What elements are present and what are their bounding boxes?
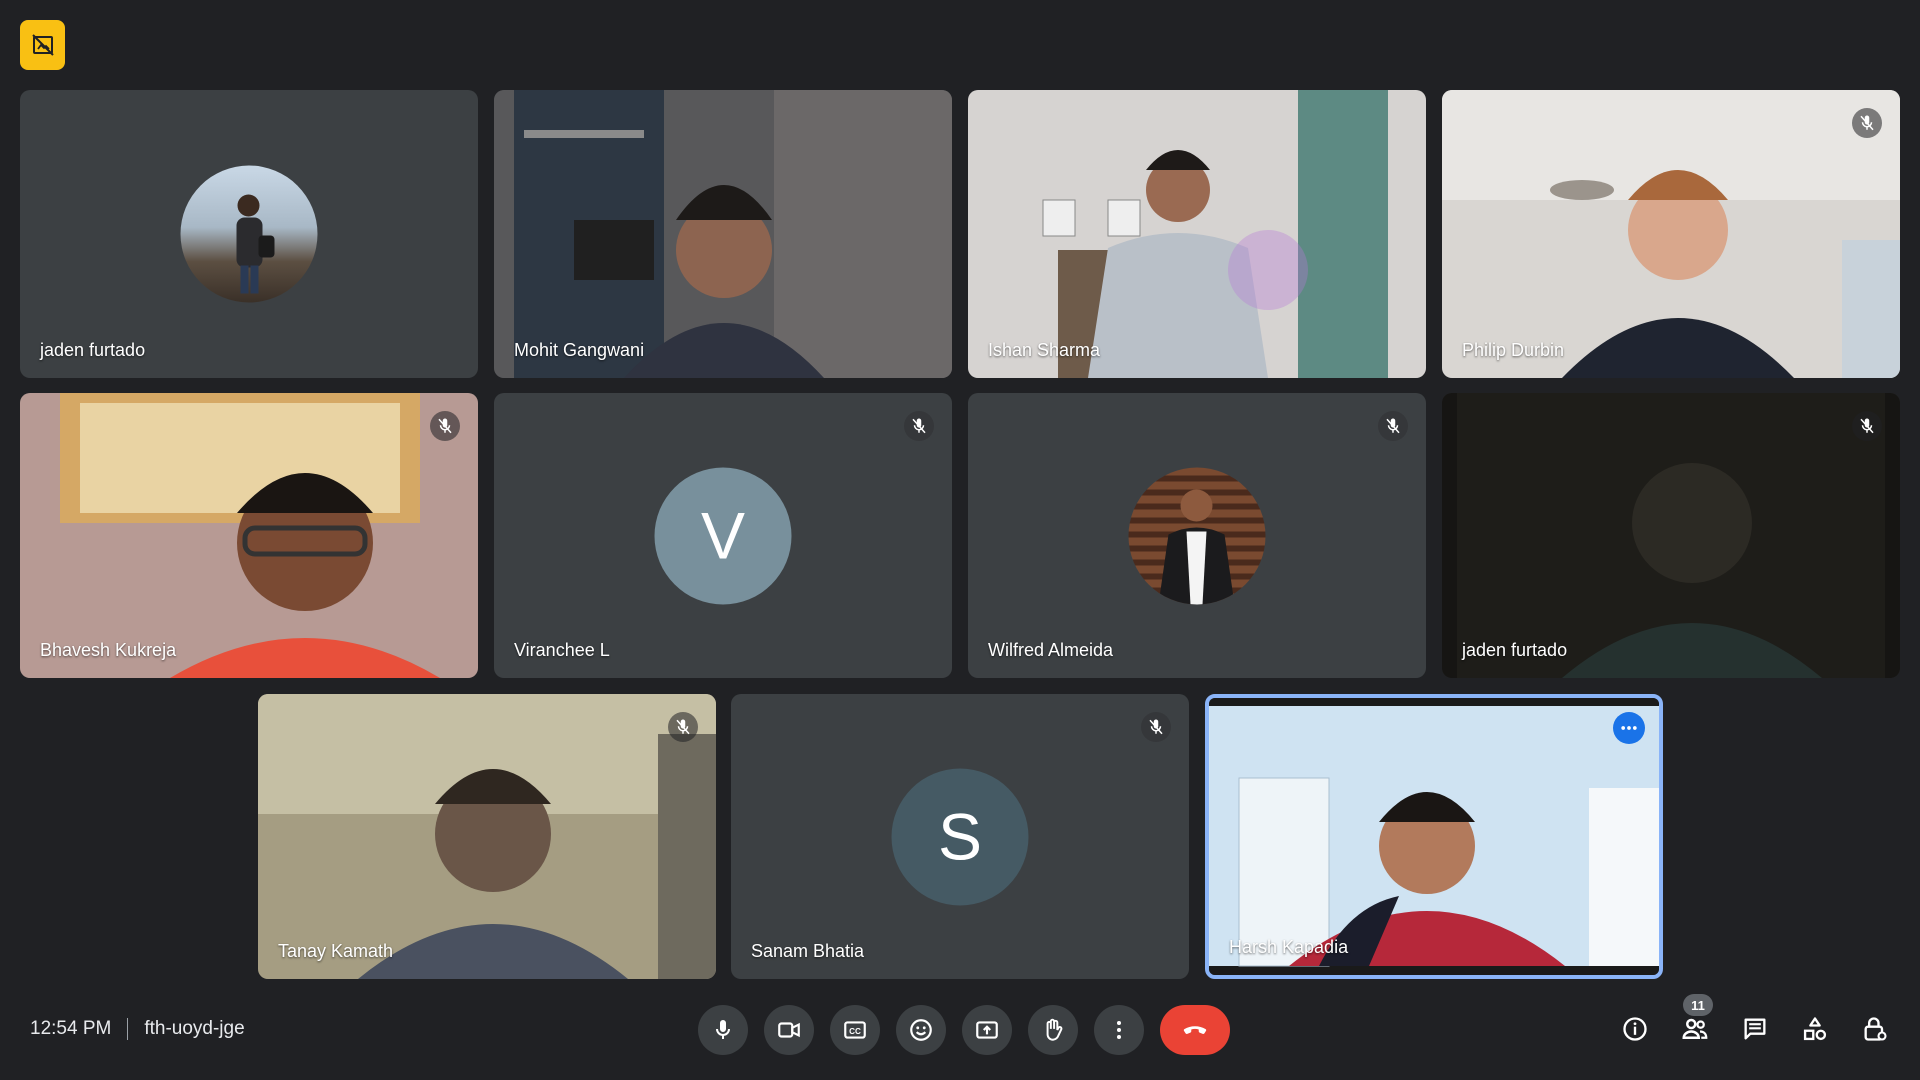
mic-icon [716, 1020, 730, 1039]
reactions-button[interactable] [896, 1005, 946, 1055]
divider [127, 1018, 129, 1040]
chat-icon [1744, 1018, 1766, 1040]
participant-name: Bhavesh Kukreja [40, 640, 177, 660]
muted-mic-icon [1378, 411, 1408, 441]
participant-tile-sanam-bhatia[interactable]: S Sanam Bhatia [731, 694, 1189, 979]
meeting-code: fth-uoyd-jge [144, 1018, 245, 1039]
avatar [180, 165, 318, 303]
participant-tile-ishan-sharma[interactable]: Ishan Sharma [968, 90, 1426, 378]
side-panel-controls: 11 [1610, 994, 1900, 1054]
participant-count-badge: 11 [1683, 994, 1713, 1016]
participant-name: Wilfred Almeida [988, 640, 1114, 660]
no-video-badge-icon [31, 34, 54, 56]
participant-name: Mohit Gangwani [514, 340, 645, 360]
clock-time: 12:54 PM [30, 1018, 112, 1039]
participant-tile-bhavesh-kukreja[interactable]: Bhavesh Kukreja [20, 393, 478, 678]
captions-icon: CC [844, 1021, 866, 1039]
video-feed [1442, 393, 1900, 678]
participant-name: Tanay Kamath [278, 941, 394, 961]
svg-text:CC: CC [849, 1027, 861, 1036]
emoji-icon [910, 1019, 932, 1041]
call-controls: CC [698, 1005, 1230, 1055]
muted-mic-icon [1852, 108, 1882, 138]
participant-tile-harsh-kapadia-self[interactable]: Harsh Kapadia [1205, 694, 1663, 979]
more-vert-icon [1117, 1021, 1121, 1039]
avatar-initial: V [700, 498, 746, 573]
muted-mic-icon [904, 411, 934, 441]
video-feed [1442, 90, 1900, 378]
activities-button[interactable] [1790, 1004, 1840, 1054]
host-controls-icon [1864, 1017, 1887, 1041]
video-feed [20, 393, 478, 678]
person-photo-icon [1158, 489, 1235, 604]
muted-mic-icon [1852, 411, 1882, 441]
meeting-details-button[interactable] [1610, 1004, 1660, 1054]
chat-button[interactable] [1730, 1004, 1780, 1054]
person-photo-icon [236, 194, 275, 294]
people-button[interactable]: 11 [1670, 994, 1720, 1054]
participant-tile-wilfred-almeida[interactable]: Wilfred Almeida [968, 393, 1426, 678]
more-horiz-icon [1621, 726, 1637, 730]
end-call-icon [1183, 1026, 1207, 1034]
participant-name: jaden furtado [40, 340, 146, 360]
activities-icon [1803, 1017, 1827, 1041]
raise-hand-icon [1046, 1018, 1063, 1041]
video-feed [494, 90, 952, 378]
participant-tile-mohit-gangwani[interactable]: Mohit Gangwani [494, 90, 952, 378]
raise-hand-button[interactable] [1028, 1005, 1078, 1055]
participant-name: Ishan Sharma [988, 340, 1101, 360]
tile-more-options-button[interactable] [1613, 712, 1645, 744]
video-feed [968, 90, 1426, 378]
participant-tile-jaden-furtado-2[interactable]: jaden furtado [1442, 393, 1900, 678]
video-feed [1209, 698, 1659, 975]
muted-mic-icon [430, 411, 460, 441]
captions-button[interactable]: CC [830, 1005, 880, 1055]
participant-name: Sanam Bhatia [751, 941, 865, 961]
avatar-initial: S [937, 799, 983, 874]
participant-tile-philip-durbin[interactable]: Philip Durbin [1442, 90, 1900, 378]
muted-mic-icon [1141, 712, 1171, 742]
avatar: V [654, 467, 792, 604]
more-options-button[interactable] [1094, 1005, 1144, 1055]
info-icon [1623, 1017, 1647, 1041]
end-call-button[interactable] [1160, 1005, 1230, 1055]
camera-icon [778, 1022, 800, 1038]
no-video-badge[interactable] [20, 20, 65, 70]
meeting-info: 12:54 PM fth-uoyd-jge [30, 1018, 245, 1040]
host-controls-button[interactable] [1850, 1004, 1900, 1054]
people-icon [1682, 1018, 1708, 1039]
present-button[interactable] [962, 1005, 1012, 1055]
bottom-toolbar: 12:54 PM fth-uoyd-jge CC 11 [0, 990, 1920, 1070]
muted-mic-icon [668, 712, 698, 742]
participant-tile-tanay-kamath[interactable]: Tanay Kamath [258, 694, 716, 979]
participant-name: Viranchee L [514, 640, 610, 660]
avatar [1128, 467, 1266, 604]
camera-button[interactable] [764, 1005, 814, 1055]
avatar: S [891, 768, 1029, 905]
present-icon [976, 1021, 998, 1039]
participant-name: jaden furtado [1462, 640, 1568, 660]
video-feed [258, 694, 716, 979]
participant-tile-jaden-furtado-1[interactable]: jaden furtado [20, 90, 478, 378]
participant-name: Harsh Kapadia [1229, 937, 1349, 957]
participant-name: Philip Durbin [1462, 340, 1565, 360]
participant-tile-viranchee-l[interactable]: V Viranchee L [494, 393, 952, 678]
mic-button[interactable] [698, 1005, 748, 1055]
